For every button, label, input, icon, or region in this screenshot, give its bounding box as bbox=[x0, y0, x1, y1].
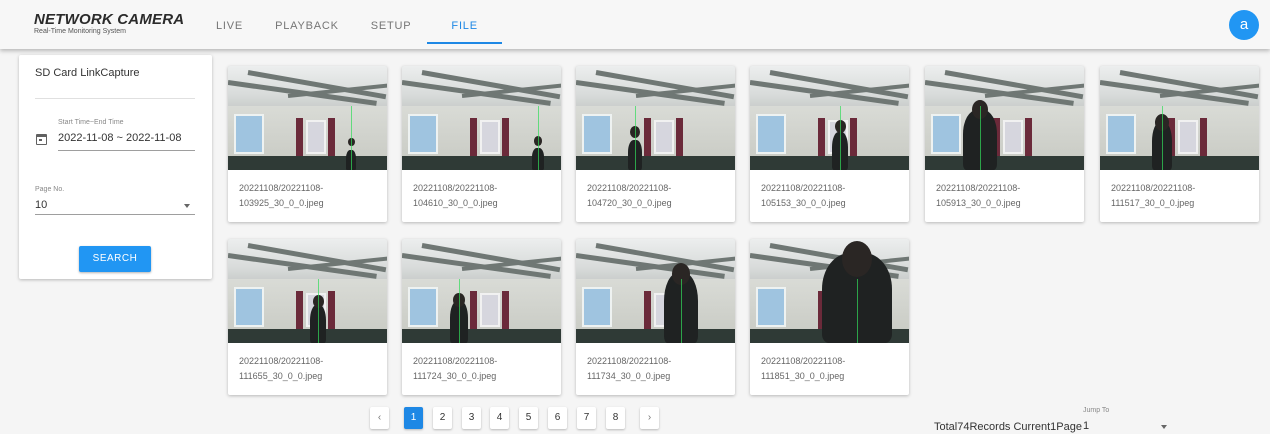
filename-line: 20221108/20221108- bbox=[761, 356, 846, 366]
snapshot-filename: 20221108/20221108- 104720_30_0_0.jpeg bbox=[587, 181, 727, 211]
prev-page-button[interactable]: ‹ bbox=[370, 407, 389, 429]
page-button-3[interactable]: 3 bbox=[462, 407, 481, 429]
snapshot-thumbnail[interactable] bbox=[402, 66, 561, 170]
snapshot-card[interactable]: 20221108/20221108- 111851_30_0_0.jpeg bbox=[750, 239, 909, 395]
filename-line: 111517_30_0_0.jpeg bbox=[1111, 198, 1195, 208]
snapshot-thumbnail[interactable] bbox=[1100, 66, 1259, 170]
top-bar: NETWORK CAMERA Real-Time Monitoring Syst… bbox=[0, 0, 1270, 49]
filename-line: 20221108/20221108- bbox=[239, 356, 324, 366]
chevron-down-icon[interactable] bbox=[1161, 425, 1167, 429]
snapshot-filename: 20221108/20221108- 111724_30_0_0.jpeg bbox=[413, 354, 553, 384]
tab-file[interactable]: FILE bbox=[427, 0, 503, 49]
filename-line: 105153_30_0_0.jpeg bbox=[761, 198, 846, 208]
user-avatar[interactable]: a bbox=[1229, 10, 1259, 40]
time-range-underline bbox=[58, 150, 195, 151]
jump-to-select[interactable]: 1 bbox=[1083, 420, 1089, 432]
snapshot-card[interactable]: 20221108/20221108- 105913_30_0_0.jpeg bbox=[925, 66, 1084, 222]
page-no-select[interactable]: 10 bbox=[35, 199, 47, 211]
page-no-label: Page No. bbox=[35, 186, 65, 193]
snapshot-thumbnail[interactable] bbox=[925, 66, 1084, 170]
chevron-down-icon[interactable] bbox=[184, 204, 190, 208]
snapshot-card[interactable]: 20221108/20221108- 103925_30_0_0.jpeg bbox=[228, 66, 387, 222]
filename-line: 20221108/20221108- bbox=[587, 356, 672, 366]
snapshot-filename: 20221108/20221108- 111655_30_0_0.jpeg bbox=[239, 354, 379, 384]
time-range-label: Start Time~End Time bbox=[58, 119, 124, 126]
filename-line: 20221108/20221108- bbox=[936, 183, 1021, 193]
filename-line: 20221108/20221108- bbox=[587, 183, 672, 193]
page-button-1[interactable]: 1 bbox=[404, 407, 423, 429]
filename-line: 20221108/20221108- bbox=[239, 183, 324, 193]
snapshot-filename: 20221108/20221108- 111517_30_0_0.jpeg bbox=[1111, 181, 1251, 211]
snapshot-thumbnail[interactable] bbox=[576, 66, 735, 170]
page-button-6[interactable]: 6 bbox=[548, 407, 567, 429]
snapshot-filename: 20221108/20221108- 105153_30_0_0.jpeg bbox=[761, 181, 901, 211]
brand-logo: NETWORK CAMERA Real-Time Monitoring Syst… bbox=[34, 12, 184, 36]
panel-divider bbox=[35, 98, 195, 99]
page-button-5[interactable]: 5 bbox=[519, 407, 538, 429]
snapshot-thumbnail[interactable] bbox=[576, 239, 735, 343]
search-panel: SD Card LinkCapture Start Time~End Time … bbox=[19, 55, 212, 279]
search-button[interactable]: SEARCH bbox=[79, 246, 151, 272]
brand-title: NETWORK CAMERA bbox=[34, 11, 185, 28]
snapshot-card[interactable]: 20221108/20221108- 111655_30_0_0.jpeg bbox=[228, 239, 387, 395]
snapshot-filename: 20221108/20221108- 111851_30_0_0.jpeg bbox=[761, 354, 901, 384]
filename-line: 20221108/20221108- bbox=[1111, 183, 1196, 193]
snapshot-filename: 20221108/20221108- 104610_30_0_0.jpeg bbox=[413, 181, 553, 211]
brand-subtitle: Real-Time Monitoring System bbox=[34, 28, 126, 35]
snapshot-card[interactable]: 20221108/20221108- 105153_30_0_0.jpeg bbox=[750, 66, 909, 222]
snapshot-card[interactable]: 20221108/20221108- 104610_30_0_0.jpeg bbox=[402, 66, 561, 222]
snapshot-thumbnail[interactable] bbox=[228, 66, 387, 170]
page-button-4[interactable]: 4 bbox=[490, 407, 509, 429]
snapshot-filename: 20221108/20221108- 103925_30_0_0.jpeg bbox=[239, 181, 379, 211]
filename-line: 111724_30_0_0.jpeg bbox=[413, 371, 497, 381]
main-nav: LIVE PLAYBACK SETUP FILE bbox=[200, 0, 503, 49]
snapshot-filename: 20221108/20221108- 105913_30_0_0.jpeg bbox=[936, 181, 1076, 211]
snapshot-card[interactable]: 20221108/20221108- 111517_30_0_0.jpeg bbox=[1100, 66, 1259, 222]
jump-to-label: Jump To bbox=[1083, 407, 1110, 414]
filename-line: 105913_30_0_0.jpeg bbox=[936, 198, 1021, 208]
tab-setup[interactable]: SETUP bbox=[355, 0, 428, 49]
snapshot-thumbnail[interactable] bbox=[750, 66, 909, 170]
records-summary: Total74Records Current1Page bbox=[934, 421, 1082, 433]
filename-line: 20221108/20221108- bbox=[413, 183, 498, 193]
filename-line: 20221108/20221108- bbox=[413, 356, 498, 366]
snapshot-thumbnail[interactable] bbox=[228, 239, 387, 343]
snapshot-card[interactable]: 20221108/20221108- 111734_30_0_0.jpeg bbox=[576, 239, 735, 395]
next-page-button[interactable]: › bbox=[640, 407, 659, 429]
filename-line: 103925_30_0_0.jpeg bbox=[239, 198, 324, 208]
filename-line: 20221108/20221108- bbox=[761, 183, 846, 193]
page-no-underline bbox=[35, 214, 195, 215]
snapshot-thumbnail[interactable] bbox=[750, 239, 909, 343]
page-button-2[interactable]: 2 bbox=[433, 407, 452, 429]
filename-line: 111655_30_0_0.jpeg bbox=[239, 371, 323, 381]
page-button-7[interactable]: 7 bbox=[577, 407, 596, 429]
filename-line: 111734_30_0_0.jpeg bbox=[587, 371, 671, 381]
calendar-icon[interactable] bbox=[36, 134, 47, 145]
snapshot-filename: 20221108/20221108- 111734_30_0_0.jpeg bbox=[587, 354, 727, 384]
snapshot-thumbnail[interactable] bbox=[402, 239, 561, 343]
time-range-field[interactable]: 2022-11-08 ~ 2022-11-08 bbox=[58, 132, 181, 144]
page-button-8[interactable]: 8 bbox=[606, 407, 625, 429]
tab-playback[interactable]: PLAYBACK bbox=[259, 0, 355, 49]
snapshot-card[interactable]: 20221108/20221108- 104720_30_0_0.jpeg bbox=[576, 66, 735, 222]
tab-live[interactable]: LIVE bbox=[200, 0, 259, 49]
filename-line: 104610_30_0_0.jpeg bbox=[413, 198, 498, 208]
filename-line: 111851_30_0_0.jpeg bbox=[761, 371, 845, 381]
filename-line: 104720_30_0_0.jpeg bbox=[587, 198, 672, 208]
snapshot-card[interactable]: 20221108/20221108- 111724_30_0_0.jpeg bbox=[402, 239, 561, 395]
panel-title: SD Card LinkCapture bbox=[35, 67, 140, 79]
